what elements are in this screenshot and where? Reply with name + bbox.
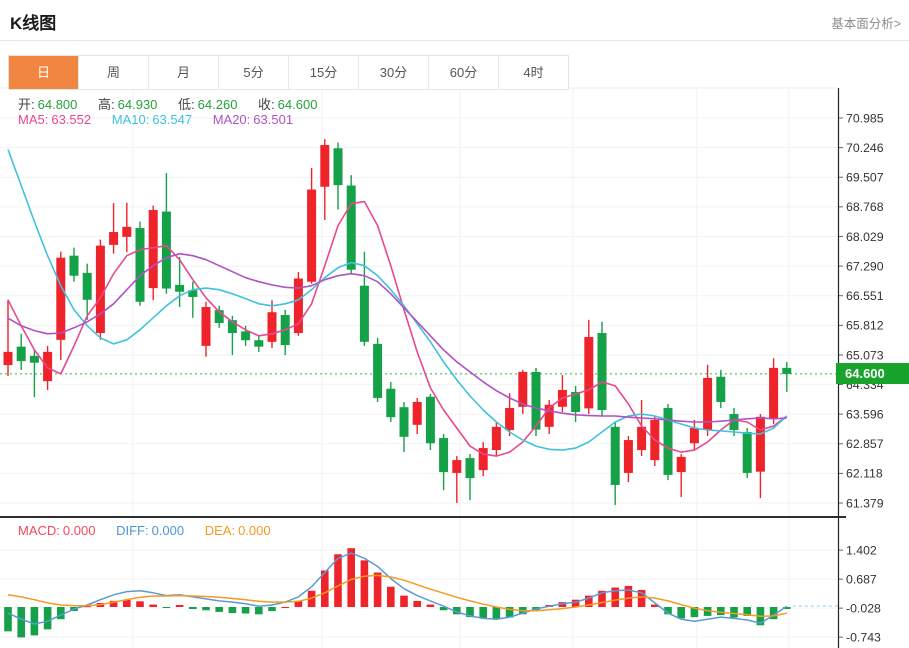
ma10-label: MA10: (111, 112, 150, 127)
svg-text:62.118: 62.118 (846, 467, 883, 481)
macd-label: MACD: (18, 523, 60, 538)
last-price-tag: 64.600 (836, 363, 909, 385)
tab-15分[interactable]: 15分 (289, 56, 359, 89)
svg-text:67.290: 67.290 (846, 259, 884, 273)
header-divider (0, 40, 909, 41)
ma20-value: 63.501 (253, 112, 294, 127)
svg-text:0.687: 0.687 (846, 572, 877, 586)
low-value: 64.260 (197, 97, 238, 112)
tab-日[interactable]: 日 (9, 56, 79, 89)
tab-60分[interactable]: 60分 (429, 56, 499, 89)
tab-4时[interactable]: 4时 (499, 56, 568, 89)
svg-text:61.379: 61.379 (846, 496, 884, 510)
tab-周[interactable]: 周 (79, 56, 149, 89)
ma-legend: MA5: 63.552 MA10: 63.547 MA20: 63.501 (18, 112, 296, 127)
page-title: K线图 (10, 14, 57, 33)
svg-text:65.812: 65.812 (846, 319, 884, 333)
diff-value: 0.000 (151, 523, 185, 538)
svg-text:62.857: 62.857 (846, 437, 884, 451)
ohlc-legend: 开: 64.800 高: 64.930 低: 64.260 收: 64.600 (18, 94, 320, 113)
open-label: 开: (18, 97, 35, 112)
fundamental-analysis-link[interactable]: 基本面分析> (831, 13, 901, 32)
close-label: 收: (258, 97, 275, 112)
tab-月[interactable]: 月 (149, 56, 219, 89)
svg-text:1.402: 1.402 (846, 543, 877, 557)
svg-text:66.551: 66.551 (846, 289, 884, 303)
macd-value: 0.000 (62, 523, 96, 538)
macd-legend: MACD: 0.000 DIFF: 0.000 DEA: 0.000 (18, 523, 274, 538)
low-label: 低: (178, 97, 195, 112)
high-label: 高: (98, 97, 115, 112)
tab-5分[interactable]: 5分 (219, 56, 289, 89)
ma10-value: 63.547 (152, 112, 193, 127)
diff-label: DIFF: (116, 523, 149, 538)
svg-text:68.768: 68.768 (846, 200, 884, 214)
svg-text:-0.028: -0.028 (846, 601, 881, 615)
svg-text:70.985: 70.985 (846, 111, 884, 125)
dea-value: 0.000 (238, 523, 271, 538)
high-value: 64.930 (117, 97, 158, 112)
open-value: 64.800 (37, 97, 78, 112)
ma5-label: MA5: (18, 112, 49, 127)
close-value: 64.600 (277, 97, 318, 112)
ma5-value: 63.552 (51, 112, 92, 127)
ma20-label: MA20: (212, 112, 251, 127)
svg-text:69.507: 69.507 (846, 171, 884, 185)
period-tabbar: 日周月 5分 15分 30分 60分 4时 (8, 55, 569, 90)
svg-text:65.073: 65.073 (846, 348, 884, 362)
svg-text:68.029: 68.029 (846, 230, 884, 244)
svg-text:-0.743: -0.743 (846, 630, 881, 644)
svg-text:70.246: 70.246 (846, 141, 884, 155)
tab-30分[interactable]: 30分 (359, 56, 429, 89)
dea-label: DEA: (204, 523, 236, 538)
svg-text:63.596: 63.596 (846, 407, 884, 421)
